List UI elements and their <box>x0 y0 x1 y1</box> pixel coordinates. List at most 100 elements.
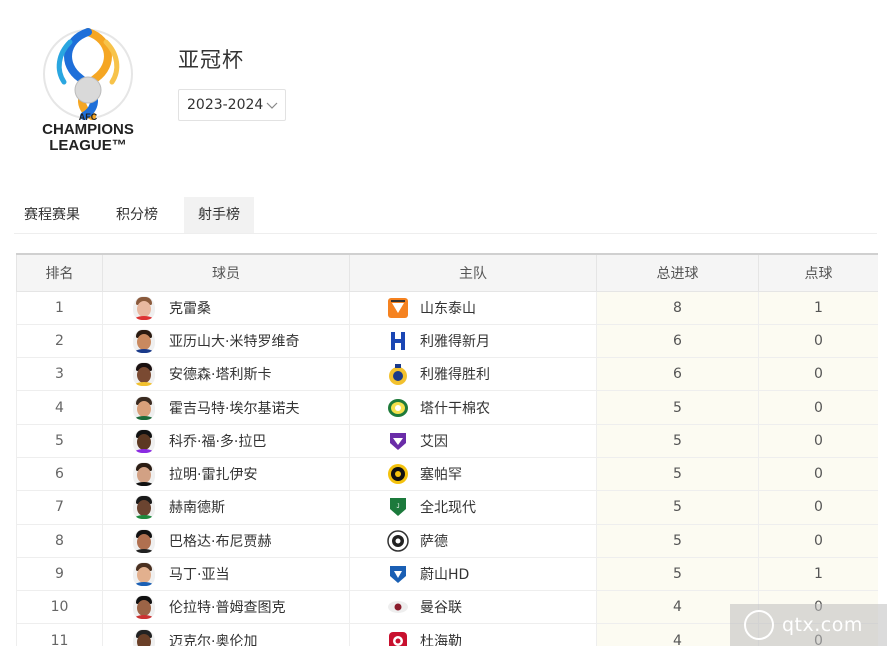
rank-cell: 1 <box>16 290 103 325</box>
player-name-link[interactable]: 科乔·福·多·拉巴 <box>169 431 266 451</box>
pakhtakor-badge-icon <box>388 398 408 417</box>
player-cell: 迈克尔·奥伦加 <box>102 623 350 646</box>
table-header-row: 排名 球员 主队 总进球 点球 <box>16 253 878 292</box>
player-name-link[interactable]: 安德森·塔利斯卡 <box>169 364 271 384</box>
player-name-link[interactable]: 霍吉马特·埃尔基诺夫 <box>169 398 299 418</box>
penalties-cell: 0 <box>758 423 878 458</box>
header-team[interactable]: 主队 <box>349 253 597 292</box>
bangkok-badge-icon <box>388 601 408 614</box>
penalties-cell: 0 <box>758 490 878 525</box>
player-cell: 巴格达·布尼贾赫 <box>102 523 350 558</box>
team-cell: 塞帕罕 <box>349 456 597 492</box>
player-avatar <box>133 562 155 587</box>
team-name-link[interactable]: 塔什干棉农 <box>420 398 490 418</box>
player-cell: 安德森·塔利斯卡 <box>102 357 350 392</box>
season-select-value: 2023-2024 <box>187 97 264 113</box>
penalties-cell: 0 <box>758 323 878 359</box>
table-row: 8 巴格达·布尼贾赫 萨德 5 0 <box>16 523 878 558</box>
team-cell: 蔚山HD <box>349 556 597 592</box>
table-row: 7 赫南德斯 J 全北现代 5 0 <box>16 490 878 525</box>
player-name-link[interactable]: 亚历山大·米特罗维奇 <box>169 331 299 351</box>
tab-bar: 赛程赛果 积分榜 射手榜 <box>14 197 270 233</box>
team-cell: 萨德 <box>349 523 597 558</box>
watermark-text: qtx.com <box>782 614 863 636</box>
header-goals[interactable]: 总进球 <box>596 253 759 292</box>
tab-standings[interactable]: 积分榜 <box>106 197 168 233</box>
table-row: 6 拉明·雷扎伊安 塞帕罕 5 0 <box>16 456 878 492</box>
header-rank[interactable]: 排名 <box>16 253 103 292</box>
player-name-link[interactable]: 拉明·雷扎伊安 <box>169 464 257 484</box>
top-scorers-table: 排名 球员 主队 总进球 点球 1 克雷桑 山东泰山 8 1 2 亚历山大·米特… <box>16 253 878 646</box>
goals-cell: 5 <box>596 556 759 592</box>
header-penalties[interactable]: 点球 <box>758 253 878 292</box>
penalties-cell: 0 <box>758 390 878 425</box>
team-name-link[interactable]: 杜海勒 <box>420 631 462 646</box>
ulsan-badge-icon <box>390 566 406 584</box>
logo-line3: LEAGUE™ <box>49 137 127 154</box>
sepahan-badge-icon <box>388 464 408 485</box>
table-row: 3 安德森·塔利斯卡 利雅得胜利 6 0 <box>16 357 878 392</box>
goals-cell: 5 <box>596 490 759 525</box>
chevron-down-icon <box>266 102 278 109</box>
penalties-cell: 1 <box>758 290 878 325</box>
player-avatar <box>133 395 155 420</box>
league-title: 亚冠杯 <box>178 48 244 72</box>
team-name-link[interactable]: 利雅得胜利 <box>420 364 490 384</box>
penalties-cell: 0 <box>758 523 878 558</box>
afc-champions-league-logo: AFC CHAMPIONS LEAGUE™ <box>30 20 148 160</box>
team-name-link[interactable]: 塞帕罕 <box>420 464 462 484</box>
player-name-link[interactable]: 马丁·亚当 <box>169 564 229 584</box>
duhail-badge-icon <box>389 631 407 646</box>
rank-cell: 7 <box>16 490 103 525</box>
goals-cell: 5 <box>596 456 759 492</box>
player-avatar <box>133 295 155 320</box>
watermark: qtx.com <box>730 604 887 646</box>
rank-cell: 6 <box>16 456 103 492</box>
team-name-link[interactable]: 萨德 <box>420 531 448 551</box>
player-cell: 伦拉特·普姆查图克 <box>102 590 350 625</box>
player-name-link[interactable]: 赫南德斯 <box>169 497 225 517</box>
rank-cell: 8 <box>16 523 103 558</box>
header-player[interactable]: 球员 <box>102 253 350 292</box>
season-select[interactable]: 2023-2024 <box>178 89 286 121</box>
penalties-cell: 1 <box>758 556 878 592</box>
player-name-link[interactable]: 迈克尔·奥伦加 <box>169 631 257 646</box>
tab-top-scorers[interactable]: 射手榜 <box>184 197 254 233</box>
rank-cell: 4 <box>16 390 103 425</box>
nassr-badge-icon <box>389 364 407 386</box>
player-cell: 赫南德斯 <box>102 490 350 525</box>
taishan-badge-icon <box>388 297 408 318</box>
table-row: 4 霍吉马特·埃尔基诺夫 塔什干棉农 5 0 <box>16 390 878 425</box>
penalties-cell: 0 <box>758 456 878 492</box>
player-avatar <box>133 628 155 646</box>
alsadd-badge-icon <box>387 529 409 552</box>
team-name-link[interactable]: 蔚山HD <box>420 564 469 584</box>
player-cell: 拉明·雷扎伊安 <box>102 456 350 492</box>
team-name-link[interactable]: 艾因 <box>420 431 448 451</box>
team-name-link[interactable]: 曼谷联 <box>420 597 462 617</box>
team-cell: 利雅得新月 <box>349 323 597 359</box>
goals-cell: 5 <box>596 423 759 458</box>
player-name-link[interactable]: 克雷桑 <box>169 298 211 318</box>
rank-cell: 9 <box>16 556 103 592</box>
player-name-link[interactable]: 巴格达·布尼贾赫 <box>169 531 271 551</box>
team-cell: 塔什干棉农 <box>349 390 597 425</box>
svg-text:J: J <box>397 504 400 510</box>
rank-cell: 11 <box>16 623 103 646</box>
table-row: 1 克雷桑 山东泰山 8 1 <box>16 290 878 325</box>
player-avatar <box>133 328 155 353</box>
rank-cell: 10 <box>16 590 103 625</box>
team-name-link[interactable]: 山东泰山 <box>420 298 476 318</box>
player-cell: 亚历山大·米特罗维奇 <box>102 323 350 359</box>
team-name-link[interactable]: 全北现代 <box>420 497 476 517</box>
goals-cell: 6 <box>596 357 759 392</box>
tab-schedule-results[interactable]: 赛程赛果 <box>14 197 90 233</box>
tabs-divider <box>14 233 877 234</box>
player-cell: 科乔·福·多·拉巴 <box>102 423 350 458</box>
table-row: 2 亚历山大·米特罗维奇 利雅得新月 6 0 <box>16 323 878 359</box>
team-name-link[interactable]: 利雅得新月 <box>420 331 490 351</box>
team-cell: 利雅得胜利 <box>349 357 597 392</box>
goals-cell: 5 <box>596 523 759 558</box>
rank-cell: 3 <box>16 357 103 392</box>
player-name-link[interactable]: 伦拉特·普姆查图克 <box>169 597 285 617</box>
